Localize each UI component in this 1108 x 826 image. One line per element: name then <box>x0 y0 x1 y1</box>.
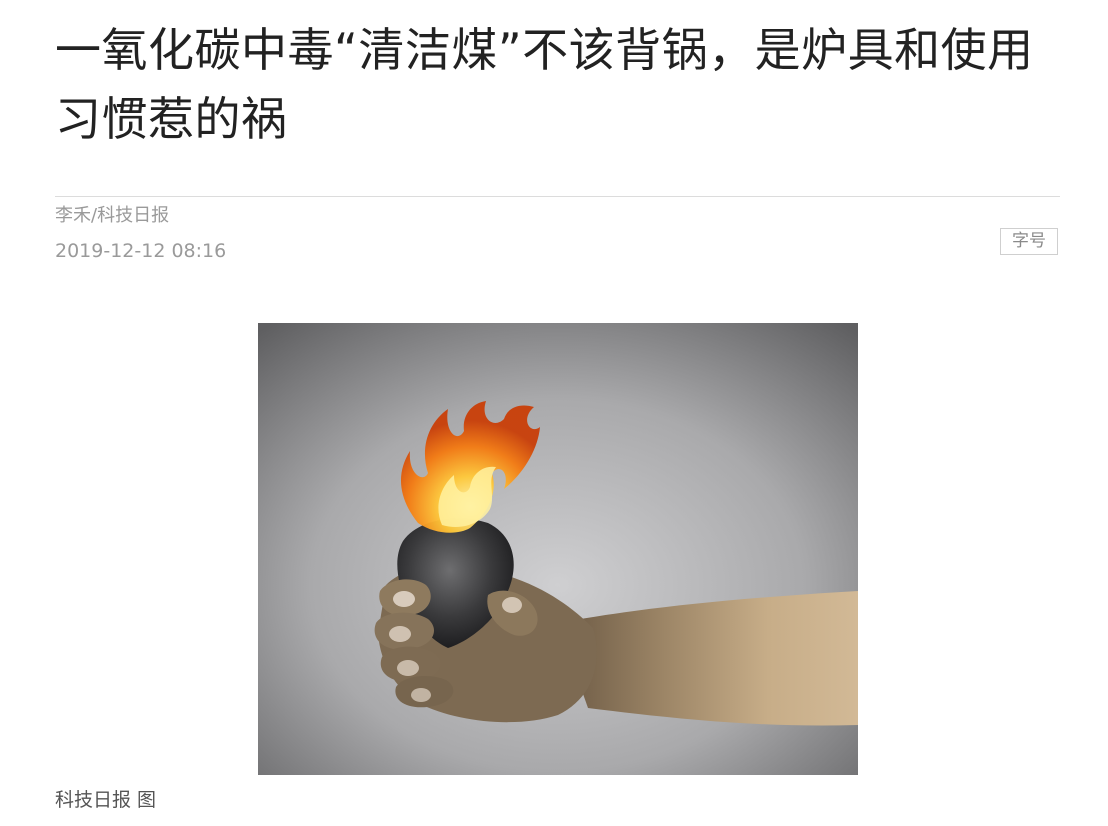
header-divider <box>55 196 1060 197</box>
article-byline: 李禾/科技日报 <box>55 205 170 226</box>
publish-date: 2019-12-12 08:16 <box>55 240 227 262</box>
photo-caption: 科技日报 图 <box>55 789 157 811</box>
article-title: 一氧化碳中毒“清洁煤”不该背锅，是炉具和使用习惯惹的祸 <box>55 23 1034 146</box>
font-size-button[interactable]: 字号 <box>1000 228 1058 255</box>
article-photo <box>258 323 858 775</box>
burning-coal-illustration <box>258 323 858 775</box>
